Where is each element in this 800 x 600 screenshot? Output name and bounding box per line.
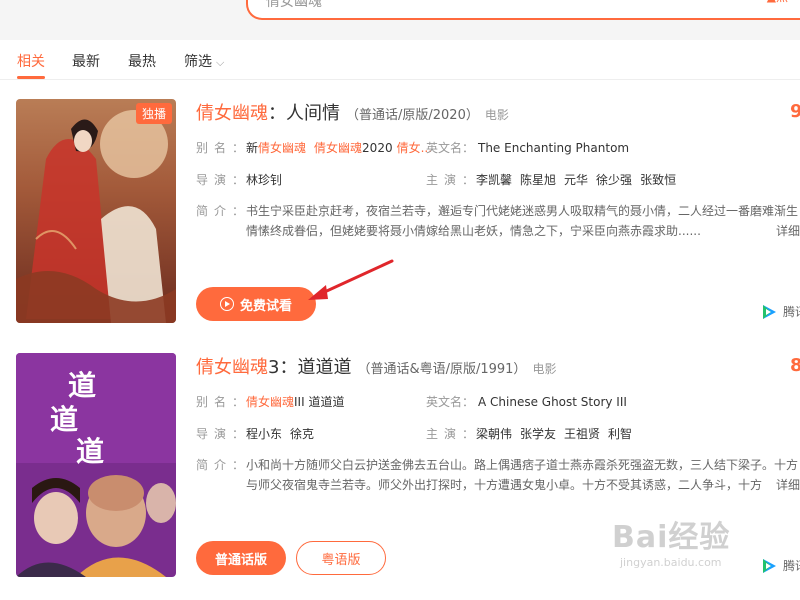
alias-row: 别名：新倩女幽魂 倩女幽魂2020 倩女... [196, 139, 432, 156]
synopsis-text: 书生宁采臣赴京赶考，夜宿兰若寺，邂逅专门代姥姥迷惑男人吸取精气的聂小倩，二人经过… [246, 204, 799, 238]
hot-flag[interactable]: ▲热 [767, 0, 788, 5]
mandarin-version-button[interactable]: 普通话版 [196, 541, 286, 575]
title-meta: （普通话/原版/2020） [346, 108, 479, 123]
title-meta: （普通话&粤语/原版/1991） [357, 362, 527, 377]
english-name-label: 英文名： [426, 395, 475, 409]
title-highlight: 倩女幽魂 [196, 103, 268, 124]
result-info: 倩女幽魂3：道道道 （普通话&粤语/原版/1991） 电影 8 别名：倩女幽魂III… [196, 353, 800, 575]
detail-link[interactable]: 详细 [772, 221, 800, 241]
svg-text:道: 道 [50, 403, 78, 436]
title-rest: 3：道道道 [268, 357, 352, 378]
source-name: 腾讯视 [783, 559, 800, 573]
results-list: 独播 倩女幽魂：人间情 （普通话/原版/2020） 电影 9 别名：新倩女幽魂 倩女幽… [0, 80, 800, 600]
alias-label: 别名： [196, 395, 251, 409]
alias-prefix: 新 [246, 141, 259, 155]
english-name-label: 英文名： [426, 141, 475, 155]
rating-score: 9 [790, 101, 800, 122]
poster-art [16, 99, 176, 323]
alias-label: 别名： [196, 141, 251, 155]
tencent-video-icon [763, 304, 776, 319]
free-preview-button[interactable]: 免费试看 [196, 287, 316, 321]
cast-member[interactable]: 张致恒 [640, 173, 676, 187]
cast-member[interactable]: 利智 [608, 427, 632, 441]
cast-row: 主演：李凯馨 陈星旭 元华 徐少强 张致恒 [426, 171, 684, 188]
director-row: 导演：程小东 徐克 [196, 425, 314, 442]
svg-text:道: 道 [68, 369, 96, 402]
tencent-video-icon [763, 558, 776, 573]
tab-filter[interactable]: 筛选 ⌵ [184, 51, 224, 71]
english-name: The Enchanting Phantom [478, 141, 630, 155]
source-provider[interactable]: 腾讯视 [761, 303, 800, 320]
director-row: 导演：林珍钊 [196, 171, 282, 188]
result-info: 倩女幽魂：人间情 （普通话/原版/2020） 电影 9 别名：新倩女幽魂 倩女幽魂20… [196, 99, 800, 321]
director-name[interactable]: 程小东 [246, 427, 282, 441]
svg-text:道: 道 [76, 435, 104, 468]
tab-hottest[interactable]: 最热 [128, 51, 156, 71]
poster-art: 道 道 道 [16, 353, 176, 577]
search-input[interactable] [266, 0, 736, 14]
rating-score: 8 [790, 355, 800, 376]
director-label: 导演： [196, 173, 251, 187]
synopsis-text: 小和尚十方随师父白云护送金佛去五台山。路上偶遇痞子道士燕赤霞杀死强盗无数，三人结… [246, 458, 799, 492]
alias-row: 别名：倩女幽魂III 道道道 [196, 393, 344, 410]
tab-related[interactable]: 相关 [17, 51, 45, 71]
active-tab-indicator [17, 76, 45, 79]
search-box[interactable]: ▲热 [246, 0, 800, 20]
cast-member[interactable]: 梁朝伟 [476, 427, 512, 441]
alias-value: 倩女幽魂 [314, 141, 363, 155]
poster-image[interactable]: 道 道 道 [16, 353, 176, 577]
play-icon [219, 297, 234, 311]
exclusive-badge: 独播 [135, 103, 172, 124]
source-name: 腾讯视 [783, 305, 800, 319]
title-highlight: 倩女幽魂 [196, 357, 268, 378]
cast-member[interactable]: 王祖贤 [564, 427, 600, 441]
synopsis-label: 简介： [196, 204, 251, 218]
chevron-down-icon: ⌵ [216, 56, 225, 69]
cast-member[interactable]: 李凯馨 [476, 173, 512, 187]
director-name[interactable]: 徐克 [290, 427, 314, 441]
cast-member[interactable]: 陈星旭 [520, 173, 556, 187]
title-rest: ：人间情 [268, 103, 340, 124]
english-name-row: 英文名： A Chinese Ghost Story III [426, 393, 627, 410]
director-label: 导演： [196, 427, 251, 441]
synopsis-label: 简介： [196, 458, 251, 472]
result-title[interactable]: 倩女幽魂：人间情 （普通话/原版/2020） 电影 [196, 99, 800, 127]
english-name: A Chinese Ghost Story III [478, 395, 627, 409]
free-preview-label: 免费试看 [239, 298, 292, 314]
source-provider[interactable]: 腾讯视 [761, 557, 800, 574]
tab-bar: 相关 最新 最热 筛选 ⌵ [0, 40, 800, 80]
tab-latest[interactable]: 最新 [72, 51, 100, 71]
cast-row: 主演：梁朝伟 张学友 王祖贤 利智 [426, 425, 640, 442]
cast-member[interactable]: 张学友 [520, 427, 556, 441]
result-title[interactable]: 倩女幽魂3：道道道 （普通话&粤语/原版/1991） 电影 [196, 353, 800, 381]
title-category: 电影 [532, 362, 557, 376]
cast-label: 主演： [426, 427, 481, 441]
cast-member[interactable]: 元华 [564, 173, 588, 187]
alias-value: 倩女幽魂 [258, 141, 307, 155]
title-category: 电影 [484, 108, 509, 122]
cast-label: 主演： [426, 173, 481, 187]
hot-label: 热 [776, 0, 788, 4]
tab-filter-label: 筛选 [184, 54, 212, 70]
flame-icon: ▲ [767, 0, 776, 4]
english-name-row: 英文名： The Enchanting Phantom [426, 139, 629, 156]
director-name[interactable]: 林珍钊 [246, 173, 282, 187]
detail-link[interactable]: 详细 [772, 475, 800, 495]
cast-member[interactable]: 徐少强 [596, 173, 632, 187]
alias-value: III 道道道 [294, 395, 345, 409]
poster-image[interactable]: 独播 [16, 99, 176, 323]
cantonese-version-button[interactable]: 粤语版 [296, 541, 386, 575]
alias-value: 倩女幽魂 [246, 395, 295, 409]
alias-value: 2020 [362, 141, 393, 155]
top-bar: ▲热 [0, 0, 800, 38]
